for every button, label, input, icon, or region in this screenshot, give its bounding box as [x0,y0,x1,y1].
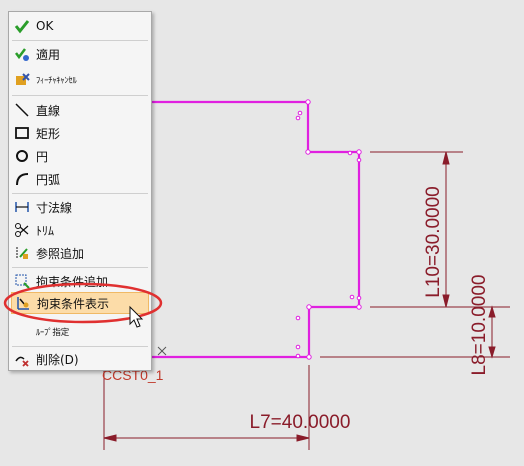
menu-item-rectangle[interactable]: 矩形 [11,122,149,144]
rectangle-icon [13,124,31,142]
constraint-add-icon [13,272,31,290]
constraint-marker [157,346,167,356]
menu-item-dimension[interactable]: 寸法線 [11,196,149,218]
menu-item-apply[interactable]: 適用 [11,43,149,65]
delete-icon [13,350,31,368]
menu-item-arc[interactable]: 円弧 [11,168,149,190]
feature-cancel-icon [13,71,31,89]
l7-arrow-right [296,434,310,442]
reference-add-icon [13,244,31,262]
check-icon [13,17,31,35]
l10-arrow-top [442,151,450,165]
menu-item-trim[interactable]: ﾄﾘﾑ [11,219,149,241]
sketch-points [295,99,362,360]
sketch-profile[interactable] [150,100,361,359]
menu-item-ok[interactable]: OK [11,15,149,37]
menu-item-loop-specify[interactable]: ﾙｰﾌﾟ指定 [11,321,149,343]
menu-item-circle[interactable]: 円 [11,145,149,167]
context-menu: OK 適用 ﾌｨｰﾁｬｷｬﾝｾﾙ 直線 矩形 円 円弧 寸法線 ﾄﾘﾑ 参照追加… [8,11,152,371]
menu-item-reference-add[interactable]: 参照追加 [11,242,149,264]
line-icon [13,101,31,119]
l7-dimension-text[interactable]: L7=40.0000 [250,412,351,433]
dimension-icon [13,198,31,216]
menu-item-constraint-show[interactable]: 拘束条件表示 [11,292,149,314]
l10-dimension-text[interactable]: L10=30.0000 [423,186,444,297]
trim-icon [13,221,31,239]
menu-item-delete[interactable]: 削除(D) [11,348,149,370]
menu-item-line[interactable]: 直線 [11,99,149,121]
menu-item-feature-cancel[interactable]: ﾌｨｰﾁｬｷｬﾝｾﾙ [11,69,149,91]
constraint-show-icon [14,294,32,312]
l7-arrow-left [103,434,117,442]
circle-icon [13,147,31,165]
apply-icon [13,45,31,63]
menu-item-constraint-add[interactable]: 拘束条件追加 [11,270,149,292]
arc-icon [13,170,31,188]
l8-dimension-text[interactable]: L8=10.0000 [469,275,490,376]
